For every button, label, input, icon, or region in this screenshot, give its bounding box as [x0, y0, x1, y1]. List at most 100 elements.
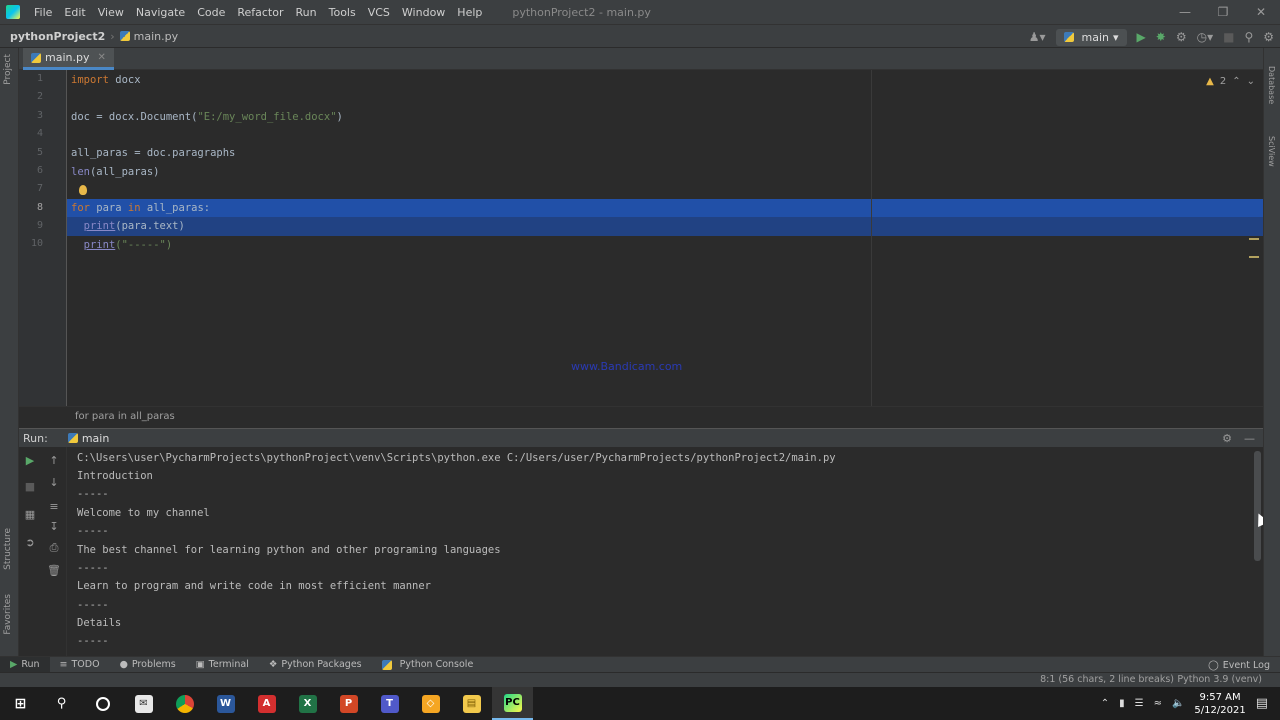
- menu-run[interactable]: Run: [290, 6, 323, 19]
- menu-edit[interactable]: Edit: [58, 6, 91, 19]
- taskbar-explorer[interactable]: ▤: [451, 687, 492, 720]
- menu-file[interactable]: File: [28, 6, 58, 19]
- tool-tab-run[interactable]: ▶ Run: [0, 656, 50, 673]
- run-tab-label: main: [81, 431, 110, 445]
- menu-vcs[interactable]: VCS: [362, 6, 396, 19]
- breadcrumb-file[interactable]: main.py: [134, 30, 178, 43]
- mail-icon: ✉: [134, 694, 153, 713]
- menu-help[interactable]: Help: [451, 6, 488, 19]
- menu-tools[interactable]: Tools: [323, 6, 362, 19]
- sciview-tool-button[interactable]: SciView: [1267, 136, 1276, 167]
- tab-main-py[interactable]: main.py ✕: [23, 48, 114, 70]
- inspection-widget[interactable]: ▲ 2 ⌃ ⌄: [1206, 76, 1255, 87]
- console-scrollbar[interactable]: [1254, 451, 1261, 561]
- code-breadcrumb[interactable]: for para in all_paras: [19, 406, 1263, 428]
- stop-icon[interactable]: ■: [23, 479, 37, 493]
- print-icon[interactable]: ⎙: [47, 541, 61, 555]
- taskbar-chrome[interactable]: [164, 687, 205, 720]
- package-icon: ❖: [268, 659, 278, 670]
- menu-window[interactable]: Window: [396, 6, 451, 19]
- info-icon: ●: [119, 659, 128, 670]
- database-tool-button[interactable]: Database: [1267, 66, 1276, 104]
- maximize-button[interactable]: ❐: [1204, 0, 1242, 24]
- status-bar: 8:1 (56 chars, 2 line breaks) Python 3.9…: [0, 672, 1280, 687]
- structure-tool-button[interactable]: Structure: [3, 528, 13, 570]
- scroll-to-end-icon[interactable]: ↧: [47, 519, 61, 533]
- taskbar-app-orange[interactable]: ◇: [410, 687, 451, 720]
- search-button[interactable]: ⚲: [41, 687, 82, 720]
- stop-icon[interactable]: ■: [1223, 30, 1234, 44]
- powerpoint-icon: P: [339, 694, 358, 713]
- caret-position[interactable]: 8:1 (56 chars, 2 line breaks): [1040, 674, 1174, 685]
- favorites-tool-button[interactable]: Favorites: [3, 594, 13, 635]
- code-line-3: doc = docx.Document("E:/my_word_file.doc…: [71, 108, 343, 126]
- lightbulb-icon[interactable]: [79, 185, 87, 195]
- restore-layout-icon[interactable]: ▦: [23, 507, 37, 521]
- tool-tab-python-console[interactable]: Python Console: [372, 657, 484, 673]
- taskbar-mail[interactable]: ✉: [123, 687, 164, 720]
- chevron-up-icon[interactable]: ⌃: [1101, 698, 1109, 709]
- close-tab-icon[interactable]: ✕: [97, 52, 105, 63]
- taskbar-acrobat[interactable]: A: [246, 687, 287, 720]
- profile-icon[interactable]: ◷▾: [1197, 30, 1214, 44]
- run-tab-main[interactable]: main: [67, 431, 110, 445]
- project-tool-button[interactable]: Project: [3, 54, 13, 85]
- trash-icon[interactable]: 🗑: [47, 563, 61, 577]
- python-file-icon: [31, 52, 41, 63]
- close-window-button[interactable]: ✕: [1242, 0, 1280, 24]
- python-interpreter[interactable]: Python 3.9 (venv): [1177, 674, 1262, 685]
- search-icon[interactable]: ⚲: [1244, 30, 1253, 44]
- taskbar-clock[interactable]: 9:57 AM 5/12/2021: [1194, 691, 1245, 717]
- run-icon[interactable]: ▶: [1137, 30, 1146, 44]
- tab-label: main.py: [45, 51, 90, 64]
- chevron-up-icon[interactable]: ⌃: [1232, 76, 1240, 87]
- settings-icon[interactable]: ⚙: [1263, 30, 1274, 44]
- run-configuration-select[interactable]: main ▾: [1055, 28, 1127, 46]
- pin-tab-icon[interactable]: ➲: [23, 535, 37, 549]
- taskbar-teams[interactable]: T: [369, 687, 410, 720]
- tool-tab-problems[interactable]: ● Problems: [110, 657, 186, 673]
- network-icon[interactable]: ☰: [1135, 698, 1144, 709]
- taskbar-powerpoint[interactable]: P: [328, 687, 369, 720]
- menu-code[interactable]: Code: [191, 6, 231, 19]
- minimize-button[interactable]: —: [1166, 0, 1204, 24]
- volume-icon[interactable]: 🔈: [1172, 698, 1184, 709]
- settings-icon[interactable]: ⚙: [1222, 432, 1232, 445]
- tool-tab-python-packages[interactable]: ❖ Python Packages: [259, 657, 372, 673]
- terminal-icon: ▣: [195, 659, 205, 670]
- code-text: para: [89, 202, 128, 214]
- line-number-gutter[interactable]: 1 2 3 4 5 6 7 8 9 10: [19, 70, 67, 406]
- code-editor[interactable]: 1 2 3 4 5 6 7 8 9 10 import docx doc = d…: [19, 70, 1263, 406]
- event-log-button[interactable]: ◯ Event Log: [1208, 657, 1270, 673]
- taskbar-excel[interactable]: X: [287, 687, 328, 720]
- scroll-up-icon[interactable]: ↑: [47, 453, 61, 467]
- hide-panel-icon[interactable]: —: [1244, 432, 1255, 445]
- notification-icon[interactable]: ▤: [1256, 696, 1268, 711]
- taskbar-word[interactable]: W: [205, 687, 246, 720]
- error-stripe-mark[interactable]: [1249, 256, 1259, 258]
- taskbar-pycharm[interactable]: PC: [492, 687, 533, 720]
- error-stripe-mark[interactable]: [1249, 238, 1259, 240]
- wifi-icon[interactable]: ≈: [1154, 698, 1162, 709]
- chrome-icon: [175, 694, 194, 713]
- soft-wrap-icon[interactable]: ≡: [47, 499, 61, 513]
- tool-tab-todo[interactable]: ≡ TODO: [50, 657, 110, 673]
- user-vcs-icon[interactable]: ♟▾: [1029, 30, 1046, 44]
- console-output[interactable]: C:\Users\user\PycharmProjects\pythonProj…: [67, 447, 1263, 656]
- menu-refactor[interactable]: Refactor: [231, 6, 289, 19]
- tool-tab-terminal[interactable]: ▣ Terminal: [186, 657, 259, 673]
- chevron-down-icon[interactable]: ⌄: [1247, 76, 1255, 87]
- menu-view[interactable]: View: [92, 6, 130, 19]
- battery-icon[interactable]: ▮: [1119, 698, 1125, 709]
- breadcrumb-project[interactable]: pythonProject2: [10, 30, 105, 43]
- coverage-icon[interactable]: ⚙: [1176, 30, 1187, 44]
- rerun-icon[interactable]: ▶: [23, 453, 37, 467]
- menu-navigate[interactable]: Navigate: [130, 6, 191, 19]
- code-text: docx: [108, 74, 141, 86]
- debug-icon[interactable]: ✸: [1156, 30, 1166, 44]
- scroll-down-icon[interactable]: ↓: [47, 475, 61, 489]
- excel-icon: X: [298, 694, 317, 713]
- code-line-10: print("-----"): [71, 236, 173, 254]
- start-button[interactable]: ⊞: [0, 687, 41, 720]
- cortana-button[interactable]: [82, 687, 123, 720]
